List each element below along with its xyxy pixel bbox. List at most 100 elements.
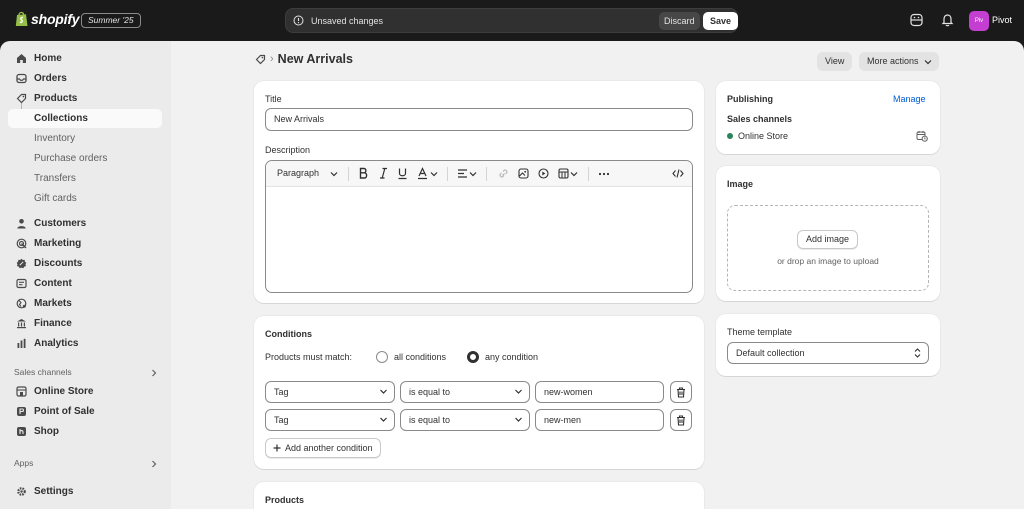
- table-icon[interactable]: [558, 167, 569, 180]
- all-conditions-label[interactable]: all conditions: [394, 352, 446, 362]
- sidebar-item-point-of-sale[interactable]: Point of Sale: [8, 402, 162, 421]
- breadcrumb-separator: ›: [270, 53, 274, 65]
- delete-condition-button[interactable]: [670, 409, 692, 431]
- sidebar-item-transfers[interactable]: Transfers: [8, 169, 162, 188]
- sidebar-item-products[interactable]: Products: [8, 89, 162, 108]
- add-condition-button[interactable]: Add another condition: [265, 438, 381, 458]
- condition-operator-select[interactable]: is equal to: [400, 409, 530, 431]
- sidebar-item-label: Settings: [34, 486, 74, 497]
- save-button[interactable]: Save: [703, 12, 739, 30]
- condition-field-select[interactable]: Tag: [265, 409, 395, 431]
- condition-value-input[interactable]: new-men: [535, 409, 664, 431]
- underline-icon[interactable]: [397, 167, 408, 180]
- sidekick-icon[interactable]: [910, 13, 923, 27]
- manage-link[interactable]: Manage: [893, 94, 926, 104]
- gear-icon: [16, 487, 26, 496]
- view-button[interactable]: View: [817, 52, 853, 71]
- discount-icon: [16, 258, 26, 269]
- chevron-right-icon[interactable]: [150, 460, 158, 468]
- any-condition-label[interactable]: any condition: [485, 352, 538, 362]
- products-card: [254, 482, 704, 509]
- sidebar-item-inventory[interactable]: Inventory: [8, 129, 162, 148]
- chevron-down-icon[interactable]: [430, 170, 438, 178]
- italic-icon[interactable]: [378, 167, 389, 180]
- content-icon: [15, 278, 27, 289]
- chevron-down-icon[interactable]: [469, 170, 477, 178]
- target-icon: [16, 238, 26, 249]
- chevron-down-icon[interactable]: [570, 170, 578, 178]
- paragraph-select[interactable]: Paragraph: [277, 168, 319, 178]
- condition-operator-value: is equal to: [409, 415, 451, 425]
- sidebar-item-finance[interactable]: Finance: [8, 314, 162, 333]
- sidebar-item-settings[interactable]: Settings: [8, 482, 162, 501]
- discard-button[interactable]: Discard: [659, 12, 700, 30]
- store-name[interactable]: Pivot: [992, 15, 1012, 25]
- condition-operator-select[interactable]: is equal to: [400, 381, 530, 403]
- sidebar-item-label: Collections: [34, 113, 88, 124]
- add-condition-label: Add another condition: [285, 443, 373, 453]
- image-icon[interactable]: [518, 167, 529, 180]
- sidebar-item-label: Inventory: [34, 133, 76, 144]
- sidebar-item-markets[interactable]: Markets: [8, 294, 162, 313]
- description-editor[interactable]: Paragraph: [265, 160, 693, 293]
- link-icon[interactable]: [498, 167, 509, 180]
- code-icon[interactable]: [672, 167, 684, 180]
- more-horizontal-icon[interactable]: [598, 168, 610, 180]
- sidebar-item-orders[interactable]: Orders: [8, 69, 162, 88]
- shopify-logo[interactable]: shopify: [15, 11, 80, 27]
- bold-icon[interactable]: [358, 167, 369, 180]
- sidebar-item-home[interactable]: Home: [8, 49, 162, 68]
- sidebar-item-gift-cards[interactable]: Gift cards: [8, 189, 162, 208]
- sales-channels-label: Sales channels: [727, 114, 793, 124]
- sidebar-item-marketing[interactable]: Marketing: [8, 234, 162, 253]
- sidebar-item-label: Markets: [34, 298, 72, 309]
- chevron-right-icon[interactable]: [150, 369, 158, 377]
- sidebar-item-discounts[interactable]: Discounts: [8, 254, 162, 273]
- edition-badge: Summer '25: [81, 13, 141, 28]
- chevron-down-icon: [515, 389, 522, 394]
- theme-template-value: Default collection: [736, 348, 805, 358]
- video-icon[interactable]: [538, 167, 549, 180]
- text-color-icon[interactable]: [417, 167, 428, 180]
- theme-template-select[interactable]: Default collection: [727, 342, 929, 364]
- avatar[interactable]: Piv: [969, 11, 989, 31]
- tag-icon[interactable]: [255, 54, 266, 65]
- title-input[interactable]: New Arrivals: [265, 108, 693, 131]
- sales-channels-heading[interactable]: Sales channels: [14, 367, 72, 377]
- products-heading: Products: [265, 495, 305, 505]
- align-icon[interactable]: [457, 167, 468, 180]
- sidebar-item-purchase-orders[interactable]: Purchase orders: [8, 149, 162, 168]
- chevron-down-icon: [380, 389, 387, 394]
- sidebar-item-label: Content: [34, 278, 72, 289]
- sidebar-item-label: Gift cards: [34, 193, 77, 204]
- brand-wordmark: shopify: [31, 11, 80, 27]
- sidebar-item-label: Analytics: [34, 338, 79, 349]
- condition-value-input[interactable]: new-women: [535, 381, 664, 403]
- sidebar-item-label: Discounts: [34, 258, 83, 269]
- sidebar-item-label: Finance: [34, 318, 72, 329]
- sidebar-item-collections[interactable]: Collections: [8, 109, 162, 128]
- any-condition-radio[interactable]: [467, 351, 479, 363]
- sidebar-item-label: Online Store: [34, 386, 94, 397]
- sidebar-item-label: Point of Sale: [34, 406, 95, 417]
- apps-heading[interactable]: Apps: [14, 458, 33, 468]
- sidebar-item-customers[interactable]: Customers: [8, 214, 162, 233]
- more-actions-label: More actions: [867, 56, 919, 66]
- tag-icon: [16, 93, 26, 104]
- add-image-button[interactable]: Add image: [797, 230, 859, 249]
- delete-condition-button[interactable]: [670, 381, 692, 403]
- all-conditions-radio[interactable]: [376, 351, 388, 363]
- bar-chart-icon: [17, 338, 25, 348]
- sidebar-item-online-store[interactable]: Online Store: [8, 382, 162, 401]
- bell-icon[interactable]: [941, 13, 954, 27]
- inbox-icon: [15, 73, 27, 84]
- chevron-down-icon: [924, 60, 931, 65]
- chevron-down-icon[interactable]: [330, 170, 338, 178]
- calendar-clock-icon[interactable]: [916, 130, 928, 142]
- more-actions-button[interactable]: More actions: [859, 52, 939, 71]
- condition-field-select[interactable]: Tag: [265, 381, 395, 403]
- sidebar-item-content[interactable]: Content: [8, 274, 162, 293]
- sidebar-item-label: Purchase orders: [34, 153, 108, 164]
- sidebar-item-analytics[interactable]: Analytics: [8, 334, 162, 353]
- sidebar-item-shop[interactable]: Shop: [8, 422, 162, 441]
